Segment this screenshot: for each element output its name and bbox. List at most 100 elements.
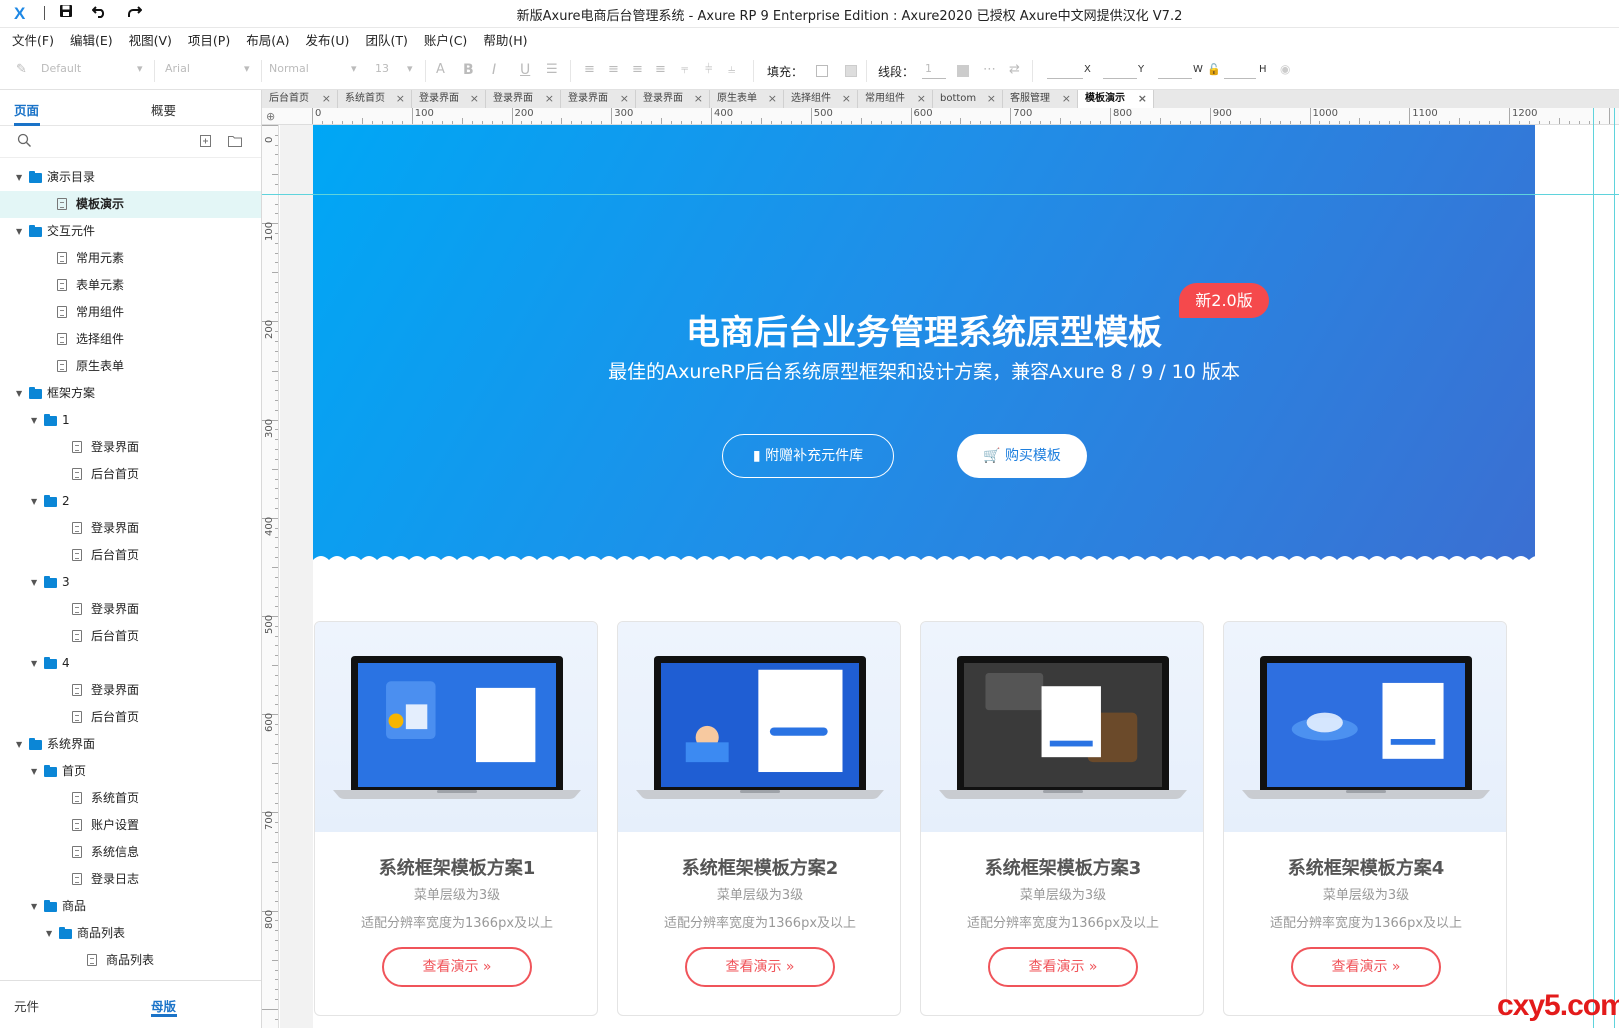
- caret-down-icon[interactable]: ▼: [31, 650, 37, 677]
- align-center-icon[interactable]: ≡: [608, 62, 619, 77]
- close-icon[interactable]: ×: [768, 90, 777, 108]
- close-icon[interactable]: ×: [470, 90, 479, 108]
- font-color-icon[interactable]: A: [436, 62, 445, 77]
- close-icon[interactable]: ×: [1138, 90, 1147, 108]
- font-select[interactable]: Arial: [165, 62, 190, 75]
- lock-icon[interactable]: 🔓: [1207, 63, 1221, 76]
- doc-tab[interactable]: 登录界面 ×: [412, 90, 486, 108]
- caret-down-icon[interactable]: ▼: [31, 488, 37, 515]
- caret-down-icon[interactable]: ▼: [46, 920, 52, 947]
- underline-icon[interactable]: U: [520, 62, 530, 78]
- caret-down-icon[interactable]: ▼: [31, 407, 37, 434]
- tree-page[interactable]: 原生表单: [0, 353, 261, 380]
- tree-page[interactable]: 后台首页: [0, 461, 261, 488]
- tab-pages[interactable]: 页面: [14, 100, 39, 119]
- doc-tab[interactable]: 系统首页 ×: [338, 90, 412, 108]
- font-size-select[interactable]: 13: [375, 62, 389, 75]
- view-demo-button[interactable]: 查看演示 »: [382, 947, 532, 987]
- tree-folder[interactable]: ▼ 演示目录: [0, 164, 261, 191]
- doc-tab[interactable]: 常用组件 ×: [858, 90, 933, 108]
- tree-folder[interactable]: ▼ 商品列表: [0, 920, 261, 947]
- doc-tab[interactable]: 后台首页 ×: [262, 90, 338, 108]
- font-weight-select[interactable]: Normal: [269, 62, 309, 75]
- add-page-icon[interactable]: [200, 135, 211, 150]
- caret-down-icon[interactable]: ▼: [31, 758, 37, 785]
- tree-folder[interactable]: ▼ 商品: [0, 893, 261, 920]
- y-input[interactable]: [1103, 78, 1137, 79]
- visibility-icon[interactable]: ◉: [1280, 62, 1290, 76]
- design-canvas[interactable]: 电商后台业务管理系统原型模板 新2.0版 最佳的AxureRP后台系统原型框架和…: [280, 125, 1619, 1028]
- menu-arrange[interactable]: 布局(A): [246, 28, 289, 54]
- align-left-icon[interactable]: ≡: [584, 62, 595, 77]
- close-icon[interactable]: ×: [1062, 90, 1071, 108]
- tab-masters[interactable]: 母版: [151, 996, 176, 1015]
- tree-page[interactable]: 表单元素: [0, 272, 261, 299]
- format-painter-icon[interactable]: ✎: [16, 62, 27, 77]
- caret-down-icon[interactable]: ▼: [16, 218, 22, 245]
- tab-widgets[interactable]: 元件: [14, 996, 39, 1015]
- bold-icon[interactable]: B: [463, 62, 474, 78]
- close-icon[interactable]: ×: [322, 90, 331, 108]
- tree-page[interactable]: 账户设置: [0, 812, 261, 839]
- w-input[interactable]: [1158, 78, 1192, 79]
- tree-page[interactable]: 系统首页: [0, 785, 261, 812]
- menu-edit[interactable]: 编辑(E): [70, 28, 113, 54]
- close-icon[interactable]: ×: [620, 90, 629, 108]
- arrow-style-icon[interactable]: ⇄: [1009, 62, 1020, 77]
- tree-folder[interactable]: ▼ 3: [0, 569, 261, 596]
- search-icon[interactable]: [17, 133, 32, 151]
- line-width-input[interactable]: 1: [925, 62, 932, 75]
- style-select[interactable]: Default: [41, 62, 81, 75]
- doc-tab[interactable]: 登录界面 ×: [636, 90, 710, 108]
- caret-down-icon[interactable]: ▼: [31, 893, 37, 920]
- menu-publish[interactable]: 发布(U): [306, 28, 350, 54]
- doc-tab[interactable]: 原生表单 ×: [710, 90, 784, 108]
- caret-down-icon[interactable]: ▼: [16, 731, 22, 758]
- view-demo-button[interactable]: 查看演示 »: [1291, 947, 1441, 987]
- tree-folder[interactable]: ▼ 框架方案: [0, 380, 261, 407]
- tree-page[interactable]: 登录界面: [0, 596, 261, 623]
- fill-color-swatch[interactable]: [816, 65, 828, 77]
- view-demo-button[interactable]: 查看演示 »: [685, 947, 835, 987]
- line-pattern-icon[interactable]: ⋯: [983, 62, 996, 77]
- align-right-icon[interactable]: ≡: [632, 62, 643, 77]
- tree-page[interactable]: 商品列表: [0, 947, 261, 974]
- menu-account[interactable]: 账户(C): [424, 28, 467, 54]
- caret-down-icon[interactable]: ▼: [31, 569, 37, 596]
- tree-page[interactable]: 系统信息: [0, 839, 261, 866]
- close-icon[interactable]: ×: [545, 90, 554, 108]
- caret-down-icon[interactable]: ▼: [16, 380, 22, 407]
- align-top-icon[interactable]: ⫧: [681, 62, 688, 77]
- tab-outline[interactable]: 概要: [151, 100, 176, 119]
- tree-folder[interactable]: ▼ 2: [0, 488, 261, 515]
- view-demo-button[interactable]: 查看演示 »: [988, 947, 1138, 987]
- tree-page[interactable]: 常用元素: [0, 245, 261, 272]
- tree-folder[interactable]: ▼ 4: [0, 650, 261, 677]
- shadow-swatch[interactable]: [845, 65, 857, 77]
- close-icon[interactable]: ×: [396, 90, 405, 108]
- doc-tab[interactable]: bottom ×: [933, 90, 1003, 108]
- align-middle-icon[interactable]: ⫩: [705, 62, 712, 77]
- italic-icon[interactable]: I: [492, 62, 496, 78]
- x-input[interactable]: [1047, 78, 1083, 79]
- tree-folder[interactable]: ▼ 首页: [0, 758, 261, 785]
- tree-folder[interactable]: ▼ 交互元件: [0, 218, 261, 245]
- align-justify-icon[interactable]: ≡: [655, 62, 666, 77]
- close-icon[interactable]: ×: [842, 90, 851, 108]
- close-icon[interactable]: ×: [917, 90, 926, 108]
- line-color-swatch[interactable]: [957, 65, 969, 77]
- tree-page[interactable]: 登录界面: [0, 515, 261, 542]
- tree-page[interactable]: 登录界面: [0, 434, 261, 461]
- tree-page[interactable]: 后台首页: [0, 704, 261, 731]
- align-bottom-icon[interactable]: ⫨: [728, 62, 735, 77]
- tree-page[interactable]: 后台首页: [0, 623, 261, 650]
- h-input[interactable]: [1224, 78, 1256, 79]
- menu-view[interactable]: 视图(V): [129, 28, 172, 54]
- gift-library-button[interactable]: ▮ 附赠补充元件库: [722, 434, 894, 478]
- tree-page[interactable]: 后台首页: [0, 542, 261, 569]
- bullet-list-icon[interactable]: ☰: [546, 62, 558, 77]
- doc-tab[interactable]: 模板演示 ×: [1078, 90, 1154, 108]
- tree-page[interactable]: 登录界面: [0, 677, 261, 704]
- tree-page[interactable]: 登录日志: [0, 866, 261, 893]
- doc-tab[interactable]: 登录界面 ×: [486, 90, 561, 108]
